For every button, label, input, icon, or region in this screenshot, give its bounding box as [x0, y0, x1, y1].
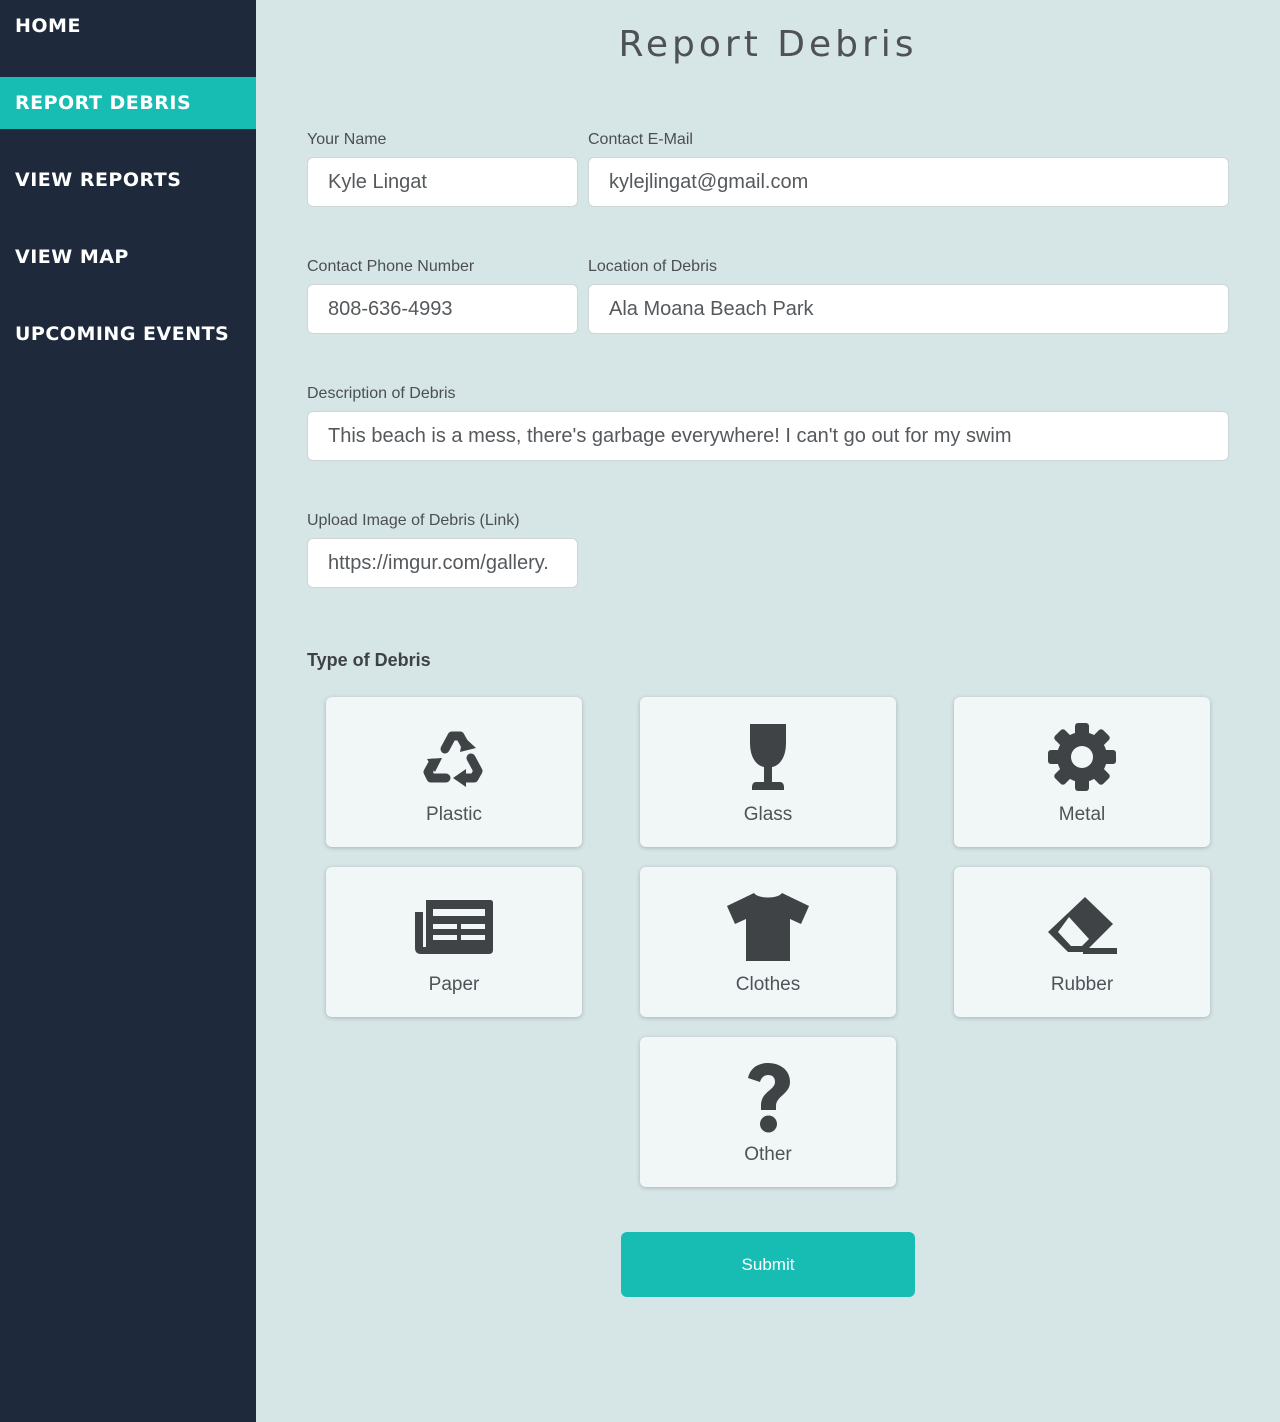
question-icon [640, 1059, 896, 1135]
image-link-label: Upload Image of Debris (Link) [307, 512, 520, 529]
nav-item-report-debris[interactable]: REPORT DEBRIS [0, 77, 256, 129]
phone-input[interactable] [307, 284, 578, 334]
debris-type-metal[interactable]: Metal [954, 697, 1210, 847]
main-content: Report Debris Your Name Contact E-Mail C… [256, 0, 1280, 1422]
debris-type-plastic[interactable]: Plastic [326, 697, 582, 847]
debris-type-paper[interactable]: Paper [326, 867, 582, 1017]
nav-item-view-reports[interactable]: VIEW REPORTS [0, 154, 256, 206]
debris-type-label: Clothes [735, 974, 801, 995]
debris-type-clothes[interactable]: Clothes [640, 867, 896, 1017]
name-label: Your Name [307, 131, 387, 148]
page-title: Report Debris [618, 24, 918, 65]
location-input[interactable] [588, 284, 1229, 334]
tshirt-icon [640, 889, 896, 965]
nav-item-upcoming-events[interactable]: UPCOMING EVENTS [0, 308, 256, 360]
nav-item-home[interactable]: HOME [0, 0, 256, 52]
gear-icon [954, 719, 1210, 795]
recycle-icon [326, 719, 582, 795]
name-input[interactable] [307, 157, 578, 207]
image-link-input[interactable] [307, 538, 578, 588]
debris-type-glass[interactable]: Glass [640, 697, 896, 847]
eraser-icon [954, 889, 1210, 965]
debris-type-rubber[interactable]: Rubber [954, 867, 1210, 1017]
wine-glass-icon [640, 719, 896, 795]
debris-type-label: Glass [743, 804, 793, 825]
debris-type-other[interactable]: Other [640, 1037, 896, 1187]
debris-type-label: Metal [1058, 804, 1106, 825]
debris-type-label: Other [744, 1144, 792, 1165]
debris-type-label: Rubber [1050, 974, 1114, 995]
nav-item-view-map[interactable]: VIEW MAP [0, 231, 256, 283]
description-input[interactable] [307, 411, 1229, 461]
location-label: Location of Debris [588, 258, 717, 275]
email-input[interactable] [588, 157, 1229, 207]
email-label: Contact E-Mail [588, 131, 693, 148]
submit-button[interactable]: Submit [621, 1232, 915, 1297]
phone-label: Contact Phone Number [307, 258, 475, 275]
debris-type-label: Plastic [426, 804, 482, 825]
sidebar: HOME REPORT DEBRIS VIEW REPORTS VIEW MAP… [0, 0, 256, 1422]
newspaper-icon [326, 889, 582, 965]
debris-type-label: Paper [428, 974, 480, 995]
description-label: Description of Debris [307, 385, 456, 402]
debris-type-label: Type of Debris [307, 650, 431, 670]
